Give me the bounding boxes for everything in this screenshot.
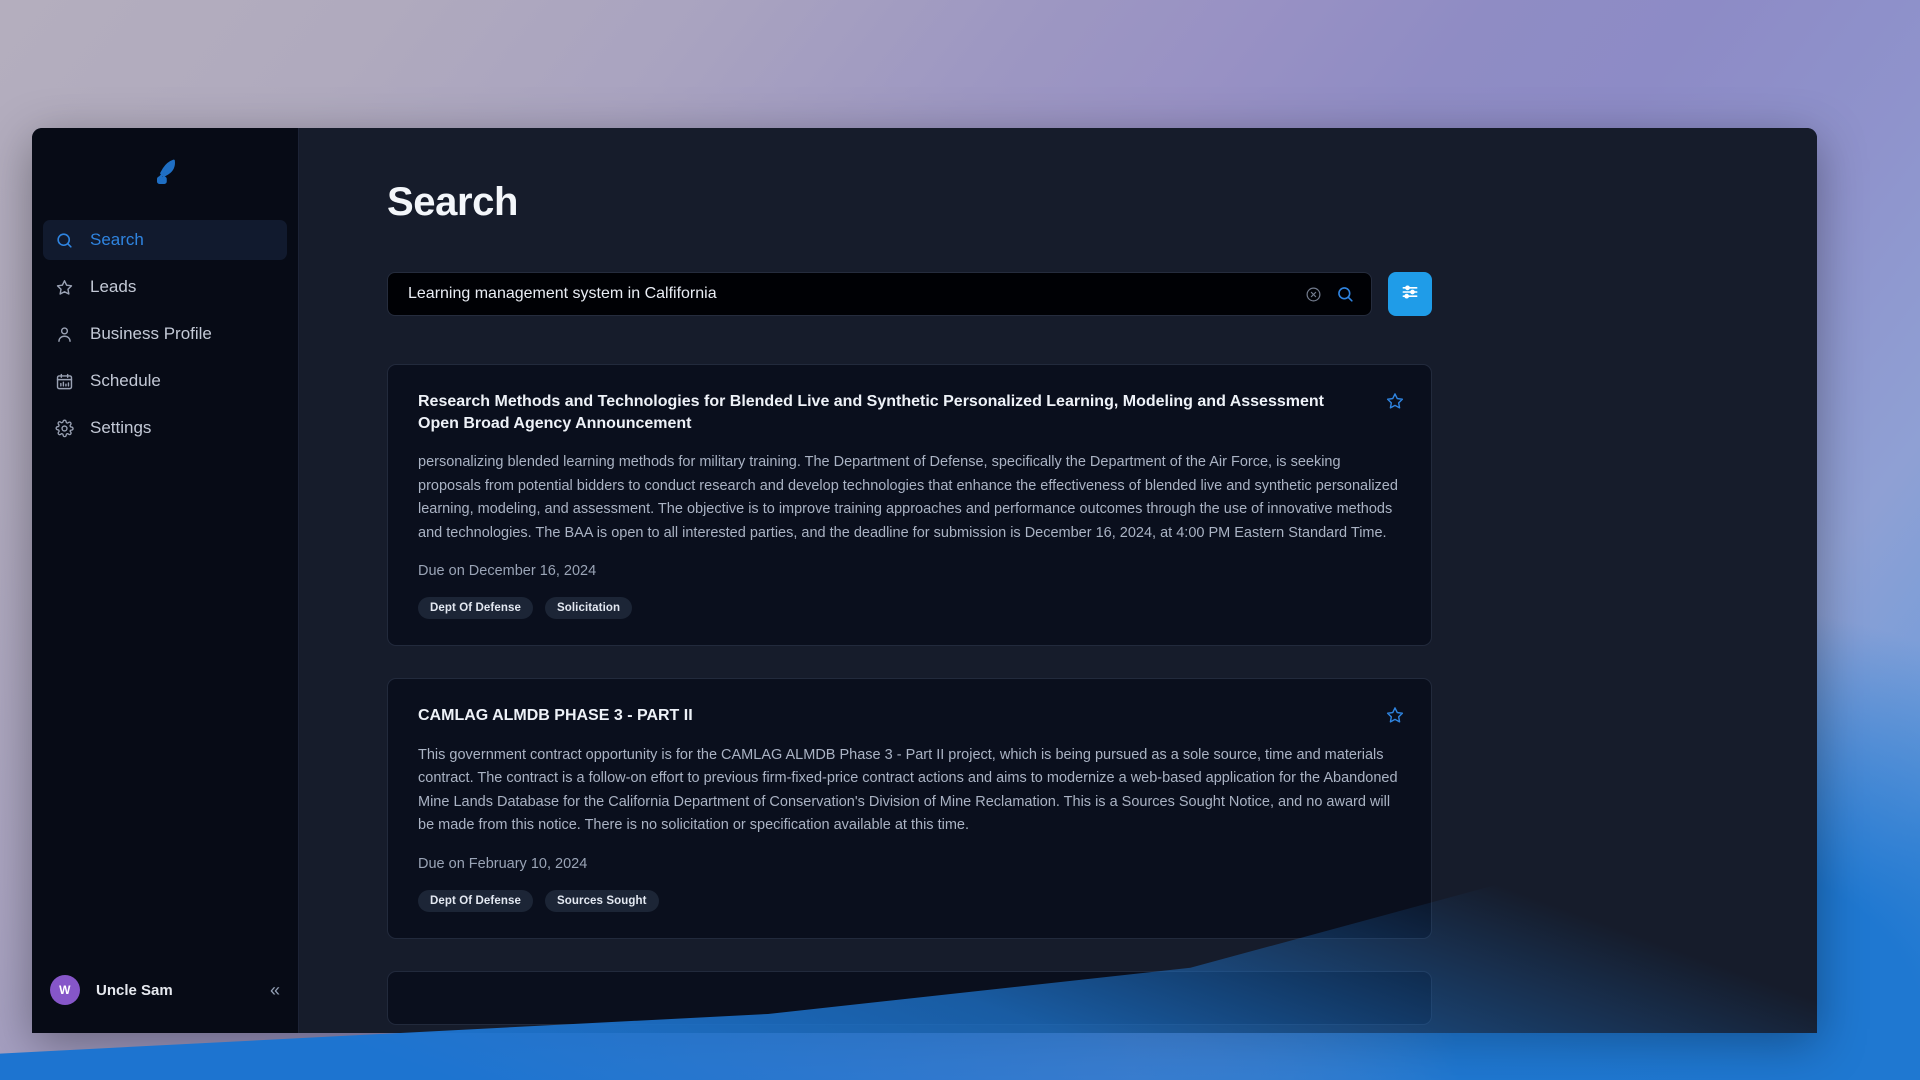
quill-pen-icon <box>150 157 180 192</box>
sidebar-item-settings[interactable]: Settings <box>43 408 287 448</box>
desktop-wallpaper: Search Leads Business Profile Schedule S… <box>0 0 1920 1080</box>
sidebar: Search Leads Business Profile Schedule S… <box>32 128 299 1033</box>
bookmark-star-icon[interactable] <box>1385 391 1405 411</box>
sidebar-user-footer: W Uncle Sam « <box>32 947 298 1033</box>
page-title: Search <box>387 180 519 224</box>
user-icon <box>55 325 74 344</box>
sidebar-item-label: Business Profile <box>90 324 212 343</box>
sidebar-item-schedule[interactable]: Schedule <box>43 361 287 401</box>
result-card[interactable]: Research Methods and Technologies for Bl… <box>387 364 1432 647</box>
search-results-list: Research Methods and Technologies for Bl… <box>387 364 1432 1025</box>
calendar-icon <box>55 372 74 391</box>
sidebar-item-label: Search <box>90 230 144 249</box>
status-badge: Sources Sought <box>544 889 659 912</box>
search-bar-row <box>387 272 1432 316</box>
sidebar-nav: Search Leads Business Profile Schedule S… <box>32 220 298 448</box>
main-content: Search Learning management system in Cal… <box>299 128 1817 1033</box>
search-submit-icon[interactable] <box>1336 285 1355 304</box>
search-box[interactable] <box>387 272 1372 316</box>
sidebar-item-leads[interactable]: Leads <box>43 267 287 307</box>
result-due-date: Due on December 16, 2024 <box>418 563 597 580</box>
star-icon <box>55 278 74 297</box>
avatar[interactable]: W <box>50 975 80 1005</box>
sidebar-item-search[interactable]: Search <box>43 220 287 260</box>
result-tags: Dept Of Defense Sources Sought <box>418 889 1401 912</box>
bookmark-star-icon[interactable] <box>1385 705 1405 725</box>
result-due-date: Due on February 10, 2024 <box>418 855 588 872</box>
result-card-partial[interactable] <box>387 970 1432 1025</box>
status-badge: Solicitation <box>544 597 633 620</box>
gear-icon <box>55 419 74 438</box>
status-badge: Dept Of Defense <box>418 597 533 620</box>
user-name: Uncle Sam <box>96 981 173 999</box>
result-card[interactable]: CAMLAG ALMDB PHASE 3 - PART II This gove… <box>387 678 1432 939</box>
filters-button[interactable] <box>1388 272 1432 316</box>
result-tags: Dept Of Defense Solicitation <box>418 597 1401 620</box>
status-badge: Dept Of Defense <box>418 889 533 912</box>
sidebar-item-label: Settings <box>90 418 152 437</box>
result-title: Research Methods and Technologies for Bl… <box>418 393 1324 432</box>
sidebar-item-label: Schedule <box>90 371 161 390</box>
result-description: This government contract opportunity is … <box>418 746 1398 834</box>
collapse-sidebar-button[interactable]: « <box>270 981 280 999</box>
result-title: CAMLAG ALMDB PHASE 3 - PART II <box>418 707 693 725</box>
application-window: Search Leads Business Profile Schedule S… <box>32 128 1817 1033</box>
result-description: personalizing blended learning methods f… <box>418 454 1398 541</box>
filters-sliders-icon <box>1400 282 1420 307</box>
sidebar-item-business-profile[interactable]: Business Profile <box>43 314 287 354</box>
clear-circle-icon[interactable] <box>1305 286 1322 303</box>
search-input[interactable] <box>408 285 1305 303</box>
sidebar-item-label: Leads <box>90 277 137 296</box>
app-logo[interactable] <box>32 128 298 220</box>
search-icon <box>55 231 74 250</box>
